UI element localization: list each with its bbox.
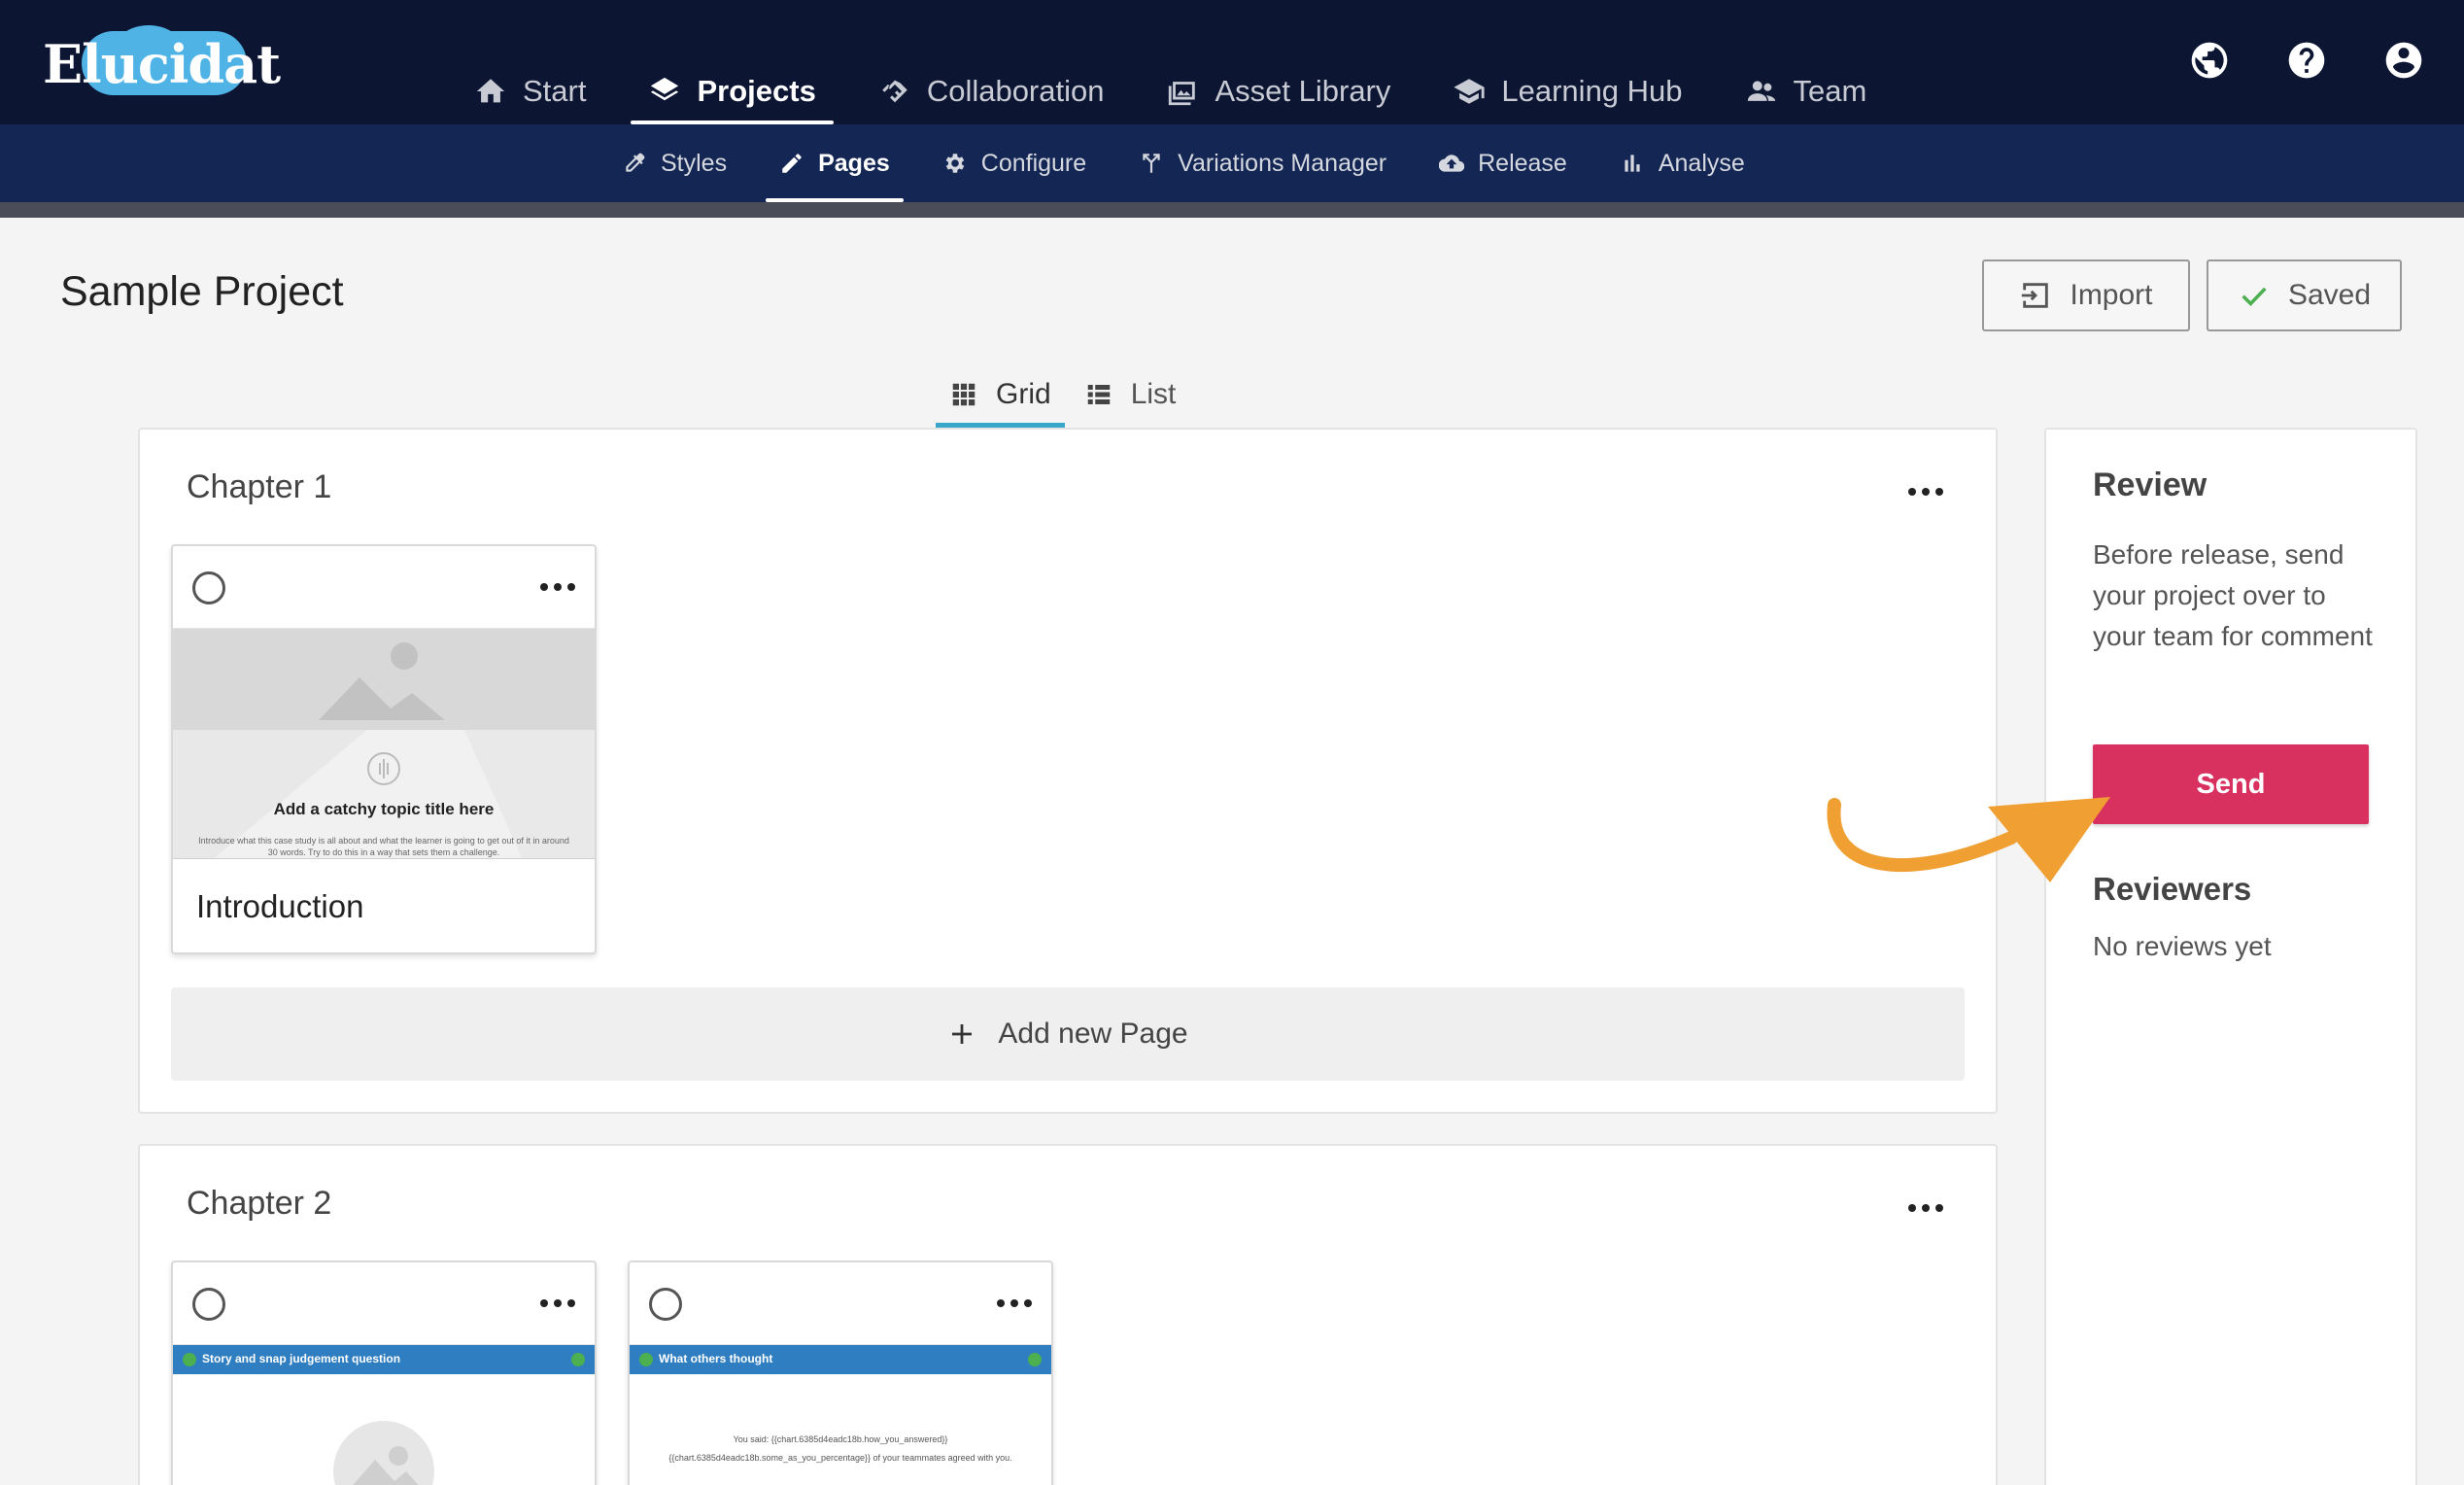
subnav-configure-label: Configure [980,149,1087,177]
page-select-radio[interactable] [192,1288,225,1321]
dropper-icon [626,153,645,172]
fork-icon [1143,154,1160,173]
nav-collaboration[interactable]: Collaboration [861,58,1122,124]
nav-learning-hub-label: Learning Hub [1501,74,1683,108]
chapter-more-button[interactable] [1906,482,1945,501]
subnav-pages[interactable]: Pages [766,124,904,202]
import-icon [2022,283,2049,308]
grid-icon [952,383,975,406]
avatar-placeholder-icon [333,1421,434,1485]
nav-asset-library[interactable]: Asset Library [1148,58,1408,124]
help-button[interactable] [2285,39,2328,82]
chapter-1-section: Chapter 1 Add a catchy topic title here … [138,428,1998,1114]
saved-label: Saved [2287,279,2372,311]
add-new-page-label: Add new Page [998,1018,1188,1050]
images-icon [1169,82,1196,106]
handshake-icon [882,80,907,103]
review-panel: Review Before release, send your project… [2044,428,2417,1485]
annotation-arrow-icon [1827,797,2110,882]
top-navigation-bar: Elucidat Start Projects Collaboration As… [0,0,2464,124]
no-reviews-text: No reviews yet [2093,931,2272,961]
elucidat-logo[interactable]: Elucidat [43,25,281,101]
page-select-radio[interactable] [192,571,225,604]
page-card-introduction[interactable]: Add a catchy topic title here Introduce … [171,544,597,954]
subnav-analyse[interactable]: Analyse [1606,124,1759,202]
bar-chart-icon [1625,155,1640,172]
thumb-badge-icon [1028,1353,1042,1366]
people-icon [1747,81,1775,101]
layers-icon [651,77,679,101]
globe-button[interactable] [2188,39,2231,82]
review-title: Review [2093,466,2207,503]
page-select-radio[interactable] [649,1288,682,1321]
subnav-analyse-label: Analyse [1658,149,1745,177]
gear-icon [945,154,965,173]
subnav-release-label: Release [1478,149,1567,177]
page-card-what-others-thought[interactable]: What others thought You said: {{chart.63… [628,1261,1053,1485]
view-tabs: Grid List [936,362,1195,428]
top-icons [2188,39,2425,82]
saved-button[interactable]: Saved [2207,259,2402,331]
page-card-story[interactable]: Story and snap judgement question [171,1261,597,1485]
nav-team-label: Team [1793,74,1867,108]
nav-projects-label: Projects [697,74,816,108]
cloud-upload-icon [1439,155,1465,172]
globe-icon [2191,42,2228,79]
plus-icon [952,1024,973,1044]
nav-projects[interactable]: Projects [631,58,835,124]
nav-start[interactable]: Start [457,58,603,124]
subnav-styles-label: Styles [661,149,728,177]
import-label: Import [2070,279,2153,311]
page-thumbnail: What others thought You said: {{chart.63… [630,1344,1051,1485]
chapter-more-button[interactable] [1906,1198,1945,1218]
pencil-icon [782,154,802,173]
thumb-title: Add a catchy topic title here [273,800,495,818]
thumb-badge-icon [639,1353,653,1366]
nav-asset-library-label: Asset Library [1215,74,1391,108]
tab-grid[interactable]: Grid [936,362,1065,428]
page-name: Introduction [196,888,364,924]
chapter-title: Chapter 1 [187,468,332,505]
thumb-line-2: {{chart.6385d4eadc18b.some_as_you_percen… [668,1453,1012,1463]
sub-nav-divider [0,202,2464,218]
page-more-button[interactable] [995,1294,1034,1313]
page-thumbnail: Add a catchy topic title here Introduce … [173,628,595,859]
tab-list[interactable]: List [1071,362,1190,428]
tab-grid-label: Grid [996,378,1051,410]
list-icon [1087,385,1110,404]
subnav-configure[interactable]: Configure [929,124,1100,202]
nav-learning-hub[interactable]: Learning Hub [1435,58,1699,124]
subnav-release[interactable]: Release [1425,124,1581,202]
send-for-review-button[interactable]: Send [2093,744,2369,824]
thumb-body: Introduce what this case study is all ab… [198,836,569,857]
thumb-header: What others thought [659,1352,773,1365]
check-icon [2242,287,2267,307]
page-title: Sample Project [60,268,344,315]
account-button[interactable] [2382,39,2425,82]
tab-list-label: List [1130,378,1177,410]
subnav-styles[interactable]: Styles [608,124,740,202]
chapter-2-section: Chapter 2 Story and snap judgement quest… [138,1144,1998,1485]
project-sub-nav: Styles Pages Configure Variations Manage… [608,124,1784,202]
nav-start-label: Start [523,74,587,108]
thumb-line-1: You said: {{chart.6385d4eadc18b.how_you_… [733,1434,948,1444]
help-icon [2288,42,2325,79]
page-thumbnail: Story and snap judgement question [173,1344,595,1485]
add-new-page-button[interactable]: Add new Page [171,987,1965,1081]
account-icon [2385,42,2422,79]
subnav-variations-manager-label: Variations Manager [1178,149,1387,177]
chapter-title: Chapter 2 [187,1185,332,1222]
review-description: Before release, send your project over t… [2093,539,2373,651]
image-placeholder-icon [173,629,595,858]
nav-collaboration-label: Collaboration [926,74,1105,108]
subnav-pages-label: Pages [818,149,890,177]
nav-team[interactable]: Team [1728,58,1885,124]
main-nav: Start Projects Collaboration Asset Libra… [457,58,1911,124]
page-more-button[interactable] [538,577,577,597]
import-button[interactable]: Import [1982,259,2190,331]
graduation-cap-icon [1454,79,1485,104]
page-more-button[interactable] [538,1294,577,1313]
subnav-variations-manager[interactable]: Variations Manager [1125,124,1400,202]
home-icon [476,79,505,103]
